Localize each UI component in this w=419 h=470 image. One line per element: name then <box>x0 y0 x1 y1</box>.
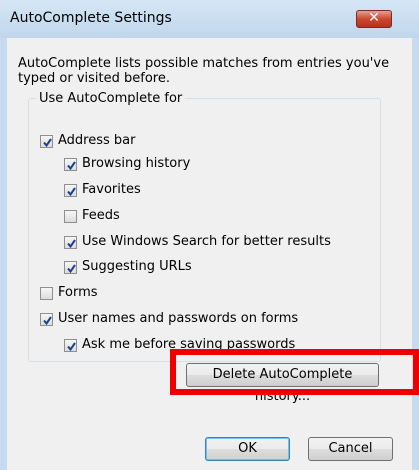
check-icon <box>43 138 52 148</box>
close-button[interactable]: ✕ <box>356 10 392 28</box>
user-names-passwords-checkbox[interactable] <box>40 313 53 326</box>
favorites-checkbox[interactable] <box>64 184 77 197</box>
check-icon <box>43 316 52 326</box>
check-icon <box>67 161 76 171</box>
browsing-history-checkbox[interactable] <box>64 158 77 171</box>
windows-search-checkbox[interactable] <box>64 236 77 249</box>
window-title: AutoComplete Settings <box>10 10 172 26</box>
cancel-button[interactable]: Cancel <box>308 437 393 461</box>
feeds-checkbox[interactable] <box>64 210 77 223</box>
check-icon <box>67 264 76 274</box>
suggesting-urls-label[interactable]: Suggesting URLs <box>82 259 192 274</box>
user-names-passwords-label[interactable]: User names and passwords on forms <box>58 311 298 326</box>
windows-search-label[interactable]: Use Windows Search for better results <box>82 234 331 249</box>
forms-label[interactable]: Forms <box>58 285 98 300</box>
title-bar: AutoComplete Settings ✕ <box>0 0 419 38</box>
ok-button[interactable]: OK <box>205 437 290 461</box>
check-icon <box>67 342 76 352</box>
ok-label: OK <box>238 441 257 456</box>
feeds-label[interactable]: Feeds <box>82 208 120 223</box>
forms-checkbox[interactable] <box>40 287 53 300</box>
close-icon: ✕ <box>368 10 380 26</box>
cancel-label: Cancel <box>328 441 373 456</box>
check-icon <box>67 239 76 249</box>
description-text: AutoComplete lists possible matches from… <box>18 56 390 86</box>
highlight-box <box>170 349 419 395</box>
address-bar-label[interactable]: Address bar <box>58 133 135 148</box>
ask-before-saving-checkbox[interactable] <box>64 339 77 352</box>
address-bar-checkbox[interactable] <box>40 135 53 148</box>
group-legend: Use AutoComplete for <box>36 91 186 106</box>
suggesting-urls-checkbox[interactable] <box>64 261 77 274</box>
browsing-history-label[interactable]: Browsing history <box>82 156 190 171</box>
favorites-label[interactable]: Favorites <box>82 182 141 197</box>
check-icon <box>67 187 76 197</box>
